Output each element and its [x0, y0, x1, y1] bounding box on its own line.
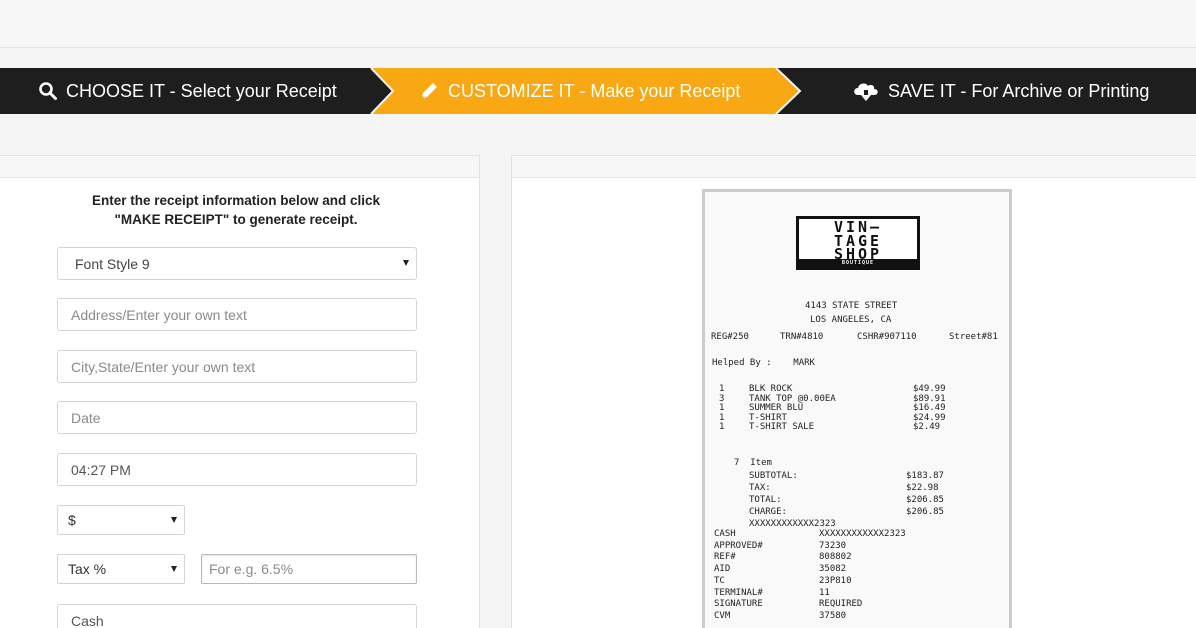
payment-method-input[interactable]: Cash [57, 604, 417, 628]
panel-header [0, 156, 479, 178]
shop-logo: VIN— TAGE SHOP BOUTIQUE [796, 216, 920, 270]
receipt-detail-values: XXXXXXXXXXXX2323 73230 808802 35082 23P8… [819, 529, 906, 621]
caret-down-icon [171, 566, 177, 572]
date-input[interactable]: Date [57, 401, 417, 434]
time-input[interactable]: 04:27 PM [57, 453, 417, 486]
receipt-total-labels: SUBTOTAL: TAX: TOTAL: CHARGE: XXXXXXXXXX… [749, 471, 836, 529]
top-header [0, 0, 1196, 48]
receipt-preview: VIN— TAGE SHOP BOUTIQUE 4143 STATE STREE… [702, 189, 1012, 628]
caret-down-icon [403, 260, 409, 266]
tax-type-select[interactable]: Tax % [57, 554, 185, 584]
cloud-download-icon [854, 83, 878, 101]
receipt-item-count: 7 Item [734, 458, 772, 468]
city-state-input[interactable]: City,State/Enter your own text [57, 350, 417, 383]
receipt-item-names: BLK ROCK TANK TOP @0.00EA SUMMER BLU T-S… [749, 384, 836, 432]
receipt-detail-labels: CASH APPROVED# REF# AID TC TERMINAL# SIG… [714, 529, 763, 621]
font-style-select[interactable]: Font Style 9 [57, 247, 417, 280]
pencil-icon [421, 83, 437, 99]
receipt-reg: REG#250 [711, 332, 749, 342]
step-save[interactable]: SAVE IT - For Archive or Printing [852, 68, 1149, 114]
receipt-cashier: CSHR#907110 [857, 332, 917, 342]
panel-header [512, 156, 1196, 178]
receipt-address: 4143 STATE STREET [805, 301, 898, 311]
currency-select[interactable]: $ [57, 505, 185, 535]
receipt-total-values: $183.87 $22.98 $206.85 $206.85 [906, 471, 944, 517]
step-save-label: SAVE IT - For Archive or Printing [888, 80, 1150, 101]
receipt-trn: TRN#4810 [780, 332, 824, 342]
steps-bar: CHOOSE IT - Select your Receipt CUSTOMIZ… [0, 68, 1196, 114]
receipt-helped-by: Helped By : MARK [712, 358, 815, 368]
tax-rate-input[interactable]: For e.g. 6.5% [201, 554, 417, 584]
receipt-item-qtys: 1 3 1 1 1 [719, 384, 725, 432]
receipt-item-prices: $49.99 $89.91 $16.49 $24.99 $2.49 [913, 384, 946, 432]
form-instructions: Enter the receipt information below and … [91, 193, 381, 227]
step-customize-label: CUSTOMIZE IT - Make your Receipt [448, 80, 741, 101]
step-choose-label: CHOOSE IT - Select your Receipt [66, 80, 337, 101]
step-choose[interactable]: CHOOSE IT - Select your Receipt [38, 68, 337, 114]
address-input[interactable]: Address/Enter your own text [57, 298, 417, 331]
caret-down-icon [171, 517, 177, 523]
receipt-city: LOS ANGELES, CA [810, 315, 892, 325]
receipt-street: Street#81 [949, 332, 998, 342]
search-icon [39, 82, 57, 100]
step-customize[interactable]: CUSTOMIZE IT - Make your Receipt [418, 68, 740, 114]
